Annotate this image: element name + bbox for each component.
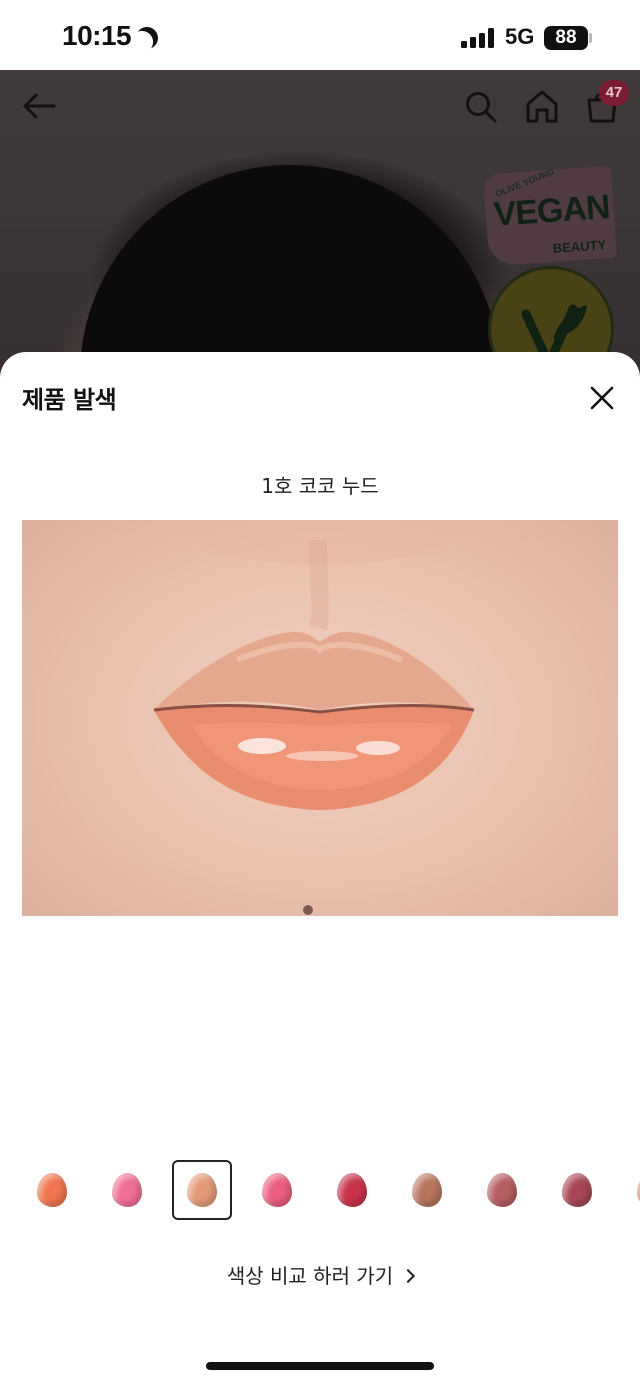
home-icon[interactable]: [524, 88, 560, 124]
shade-swatch-blob: [37, 1173, 67, 1207]
home-indicator: [206, 1362, 434, 1370]
shade-chip[interactable]: [22, 1160, 82, 1220]
shade-chip[interactable]: [172, 1160, 232, 1220]
shade-swatch-blob: [187, 1173, 217, 1207]
shade-chip[interactable]: [622, 1160, 640, 1220]
status-bar: 10:15 5G 88: [0, 0, 640, 70]
shade-chip[interactable]: [547, 1160, 607, 1220]
color-swatch-sheet: 제품 발색 1호 코코 누드 색상 비교 하러 가기: [0, 352, 640, 1384]
signal-icon: [461, 28, 495, 48]
cart-count-badge: 47: [599, 80, 629, 106]
lip-swatch-photo: [22, 520, 618, 916]
moon-icon: [133, 24, 161, 52]
selected-shade-name: 1호 코코 누드: [261, 474, 379, 498]
compare-colors-link[interactable]: 색상 비교 하러 가기: [0, 1260, 640, 1289]
shade-chip[interactable]: [397, 1160, 457, 1220]
battery-cap: [589, 33, 592, 43]
battery-level: 88: [555, 27, 577, 48]
chevron-right-icon: [401, 1268, 416, 1284]
back-arrow-icon[interactable]: [22, 92, 56, 120]
status-time: 10:15: [62, 20, 132, 51]
shade-chip[interactable]: [247, 1160, 307, 1220]
shade-selector: [0, 1160, 640, 1222]
battery-icon: 88: [544, 26, 588, 50]
compare-colors-label: 색상 비교 하러 가기: [226, 1264, 394, 1288]
shade-swatch-blob: [337, 1173, 367, 1207]
shade-swatch-blob: [487, 1173, 517, 1207]
product-page-backdrop[interactable]: OLIVE YOUNG VEGAN BEAUTY 47: [0, 70, 640, 390]
shade-swatch-blob: [112, 1173, 142, 1207]
shade-swatch-blob: [412, 1173, 442, 1207]
close-button[interactable]: [582, 378, 622, 418]
shade-chip[interactable]: [322, 1160, 382, 1220]
shade-swatch-blob: [562, 1173, 592, 1207]
close-icon: [590, 386, 614, 410]
shade-chip[interactable]: [472, 1160, 532, 1220]
search-icon[interactable]: [464, 90, 498, 124]
shade-swatch-blob: [262, 1173, 292, 1207]
network-label: 5G: [505, 24, 535, 49]
shade-chip[interactable]: [97, 1160, 157, 1220]
sheet-title: 제품 발색: [22, 386, 117, 414]
